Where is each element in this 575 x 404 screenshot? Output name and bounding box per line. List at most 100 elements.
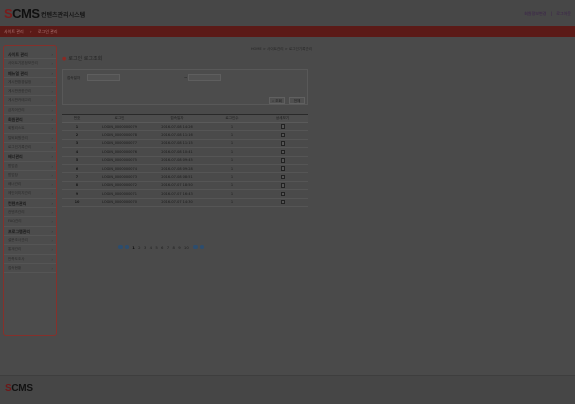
cell-count: 1 [207, 181, 257, 191]
sidebar-item[interactable]: 게시판환경설정 › [4, 78, 56, 88]
sidebar-item[interactable]: FAQ관리 › [4, 217, 56, 227]
sidebar-item[interactable]: 메인이미지관리 › [4, 189, 56, 199]
search-button[interactable]: ⌕ 조회 [269, 97, 285, 104]
cell-count: 1 [207, 139, 257, 149]
cell-count: 1 [207, 156, 257, 165]
cell-id: LOGIN_0000000070 [92, 198, 147, 207]
cell-detail [257, 172, 308, 182]
view-all-button[interactable]: 전체 [289, 97, 305, 104]
sidebar-item[interactable]: 팝업창 › [4, 171, 56, 181]
sidebar-item[interactable]: 컨텐츠관리 › [4, 199, 56, 209]
page-number[interactable]: 3 [144, 245, 146, 250]
sidebar-item[interactable]: 회원관리 › [4, 115, 56, 125]
page-number[interactable]: 8 [172, 245, 174, 250]
chevron-right-icon: › [51, 79, 53, 85]
table-body: 1 LOGIN_0000000079 2016-07-08 14:26 1 2 LOGIN… [62, 122, 308, 207]
chevron-right-icon: › [51, 107, 53, 113]
page-number[interactable]: 1 [132, 245, 135, 250]
document-icon[interactable] [280, 174, 285, 180]
document-icon[interactable] [280, 183, 285, 188]
document-icon[interactable] [280, 149, 285, 155]
logout-link[interactable]: 로그아웃 [556, 11, 571, 16]
sidebar-item[interactable]: 만족도조사 › [4, 255, 56, 264]
sidebar-item[interactable]: 금지어관리 › [4, 106, 56, 116]
page-number[interactable]: 9 [178, 245, 180, 250]
table-row[interactable]: 10 LOGIN_0000000070 2016-07-07 14:30 1 [62, 198, 308, 207]
table-row[interactable]: 6 LOGIN_0000000074 2016-07-08 09:28 1 [62, 164, 308, 174]
cell-date: 2016-07-08 09:28 [147, 164, 207, 174]
table-row[interactable]: 3 LOGIN_0000000077 2016-07-08 11:15 1 [62, 139, 308, 149]
sidebar-item-label: 게시판환경설정 [8, 79, 32, 84]
date-to-input[interactable] [188, 74, 221, 81]
sidebar-item[interactable]: 게시판카테고리 › [4, 96, 56, 106]
footer-logo: SCMS [5, 383, 33, 394]
page-number[interactable]: 5 [155, 245, 157, 250]
document-icon[interactable] [280, 191, 285, 197]
chevron-right-icon: › [51, 172, 53, 178]
sidebar-item-label: 배너관리 [8, 154, 23, 160]
date-from-input[interactable] [87, 74, 120, 81]
nav-item-site-admin[interactable]: 사이트 관리 [4, 29, 24, 34]
page-number[interactable]: 2 [138, 245, 140, 250]
sidebar-item[interactable]: 프로그램관리 › [4, 227, 56, 236]
table-row[interactable]: 9 LOGIN_0000000071 2016-07-07 16:43 1 [62, 189, 308, 199]
cell-date: 2016-07-08 08:51 [147, 172, 207, 182]
sidebar-item[interactable]: 배너관리 › [4, 180, 56, 190]
table-row[interactable]: 5 LOGIN_0000000075 2016-07-08 09:45 1 [62, 156, 308, 165]
table-row[interactable]: 4 LOGIN_0000000076 2016-07-08 10:41 1 [62, 147, 308, 157]
document-icon[interactable] [280, 124, 285, 129]
page-numbers: 1 2 3 4 5 6 7 8 9 10 [132, 244, 192, 250]
pagination: 1 2 3 4 5 6 7 8 9 10 [118, 244, 206, 252]
sidebar-item[interactable]: 컨텐츠관리 › [4, 208, 56, 218]
sidebar-item[interactable]: 팝업존 › [4, 162, 56, 171]
document-icon[interactable] [280, 199, 285, 205]
cell-detail [257, 130, 308, 140]
sidebar-item[interactable]: 로그인기록관리 › [4, 143, 56, 153]
table-row[interactable]: 1 LOGIN_0000000079 2016-07-08 14:26 1 [62, 122, 308, 132]
table-row[interactable]: 2 LOGIN_0000000078 2016-07-08 11:16 1 [62, 130, 308, 140]
date-label: 접속일자 [67, 76, 81, 80]
table-row[interactable]: 8 LOGIN_0000000072 2016-07-07 18:50 1 [62, 181, 308, 191]
sidebar-item[interactable]: 설문조사관리 › [4, 236, 56, 246]
sidebar-item-label: 통계관리 [8, 247, 22, 252]
sidebar-item-label: 사이트 관리 [8, 52, 28, 57]
sidebar-item-label: 컨텐츠관리 [8, 210, 25, 215]
cell-date: 2016-07-08 10:41 [147, 147, 207, 157]
document-icon[interactable] [280, 132, 285, 138]
sidebar-menu: 사이트 관리 › 사이트기본정보관리 › 메뉴얼 관리 › 게시판환경설정 › 게시판권한관리 ›… [3, 45, 57, 336]
sidebar-item[interactable]: 배너관리 › [4, 152, 56, 162]
document-icon[interactable] [280, 166, 285, 171]
first-page-icon[interactable] [118, 244, 123, 250]
sidebar-item[interactable]: 메뉴얼 관리 › [4, 69, 56, 78]
page-number[interactable]: 7 [167, 245, 169, 250]
page-number[interactable]: 4 [150, 245, 152, 250]
document-icon[interactable] [280, 141, 285, 146]
sidebar-item[interactable]: 사이트기본정보관리 › [4, 59, 56, 69]
prev-page-icon[interactable] [124, 244, 129, 250]
sidebar-item[interactable]: 탈퇴회원관리 › [4, 134, 56, 143]
sidebar-item[interactable]: 회원리스트 › [4, 124, 56, 134]
login-log-table: 번호 로그인 접속일자 로그인수 상세보기 1 LOGIN_0000000079 2… [62, 114, 308, 207]
table-row[interactable]: 7 LOGIN_0000000073 2016-07-08 08:51 1 [62, 172, 308, 182]
sidebar-item[interactable]: 통계관리 › [4, 245, 56, 255]
cell-no: 4 [62, 147, 92, 157]
page-number[interactable]: 6 [161, 245, 163, 250]
cell-count: 1 [207, 164, 257, 174]
main-navbar: 사이트 관리 › 로그인 관리 [0, 26, 575, 37]
cell-id: LOGIN_0000000077 [92, 139, 147, 149]
sidebar-item-label: 메뉴얼 관리 [8, 70, 28, 76]
last-page-icon[interactable] [199, 244, 205, 250]
next-page-icon[interactable] [193, 244, 198, 250]
chevron-right-icon: › [51, 135, 53, 141]
sidebar-item[interactable]: 사이트 관리 › [4, 50, 56, 60]
sidebar-item-label: 만족도조사 [8, 256, 25, 261]
chevron-right-icon: › [51, 52, 53, 57]
document-icon[interactable] [280, 158, 285, 163]
nav-item-login-admin[interactable]: 로그인 관리 [38, 29, 58, 34]
sidebar-item[interactable]: 게시판권한관리 › [4, 87, 56, 97]
page-number[interactable]: 10 [184, 245, 189, 250]
edit-profile-link[interactable]: 회원정보변경 [524, 11, 546, 16]
chevron-right-icon: › [51, 70, 53, 76]
site-logo[interactable]: SCMS [4, 6, 40, 21]
sidebar-item[interactable]: 접속현황 › [4, 264, 56, 274]
